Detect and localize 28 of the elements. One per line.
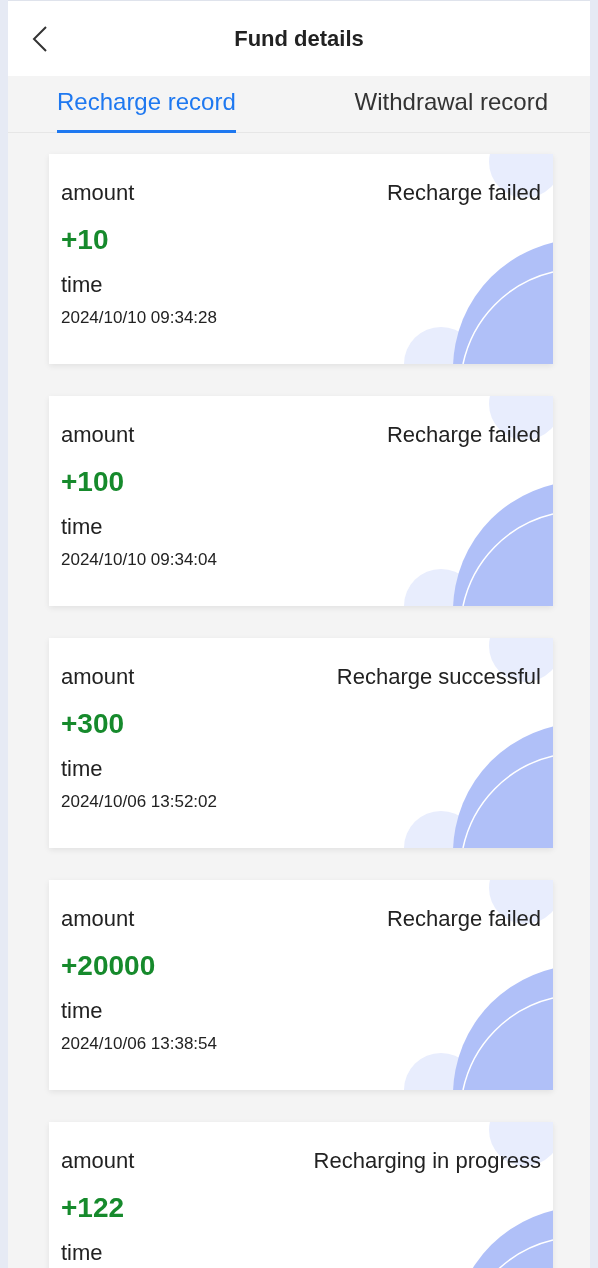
tab[interactable]: Recharge record: [57, 76, 236, 133]
time-value: 2024/10/06 13:38:54: [61, 1034, 218, 1054]
tab[interactable]: Withdrawal record: [354, 76, 548, 133]
time-label: time: [61, 756, 103, 782]
time-value: 2024/10/10 09:34:04: [61, 550, 218, 570]
time-label: time: [61, 1240, 103, 1266]
amount-label: amount: [61, 1148, 135, 1174]
page-title: Fund details: [234, 25, 364, 52]
amount-value: +122: [61, 1192, 126, 1224]
amount-label: amount: [61, 422, 135, 448]
status-text: Recharge successful: [336, 664, 541, 690]
amount-value: +100: [61, 466, 126, 498]
time-value: 2024/10/10 09:34:28: [61, 308, 218, 328]
amount-value: +10: [61, 224, 110, 256]
back-icon[interactable]: [32, 26, 48, 52]
status-text: Recharge failed: [386, 180, 541, 206]
time-value: 2024/10/06 13:52:02: [61, 792, 218, 812]
amount-value: +20000: [61, 950, 157, 982]
time-label: time: [61, 272, 103, 298]
status-text: Recharge failed: [386, 422, 541, 448]
time-label: time: [61, 514, 103, 540]
amount-label: amount: [61, 906, 135, 932]
amount-value: +300: [61, 708, 126, 740]
time-label: time: [61, 998, 103, 1024]
status-text: Recharging in progress: [313, 1148, 541, 1174]
status-text: Recharge failed: [386, 906, 541, 932]
amount-label: amount: [61, 664, 135, 690]
amount-label: amount: [61, 180, 135, 206]
